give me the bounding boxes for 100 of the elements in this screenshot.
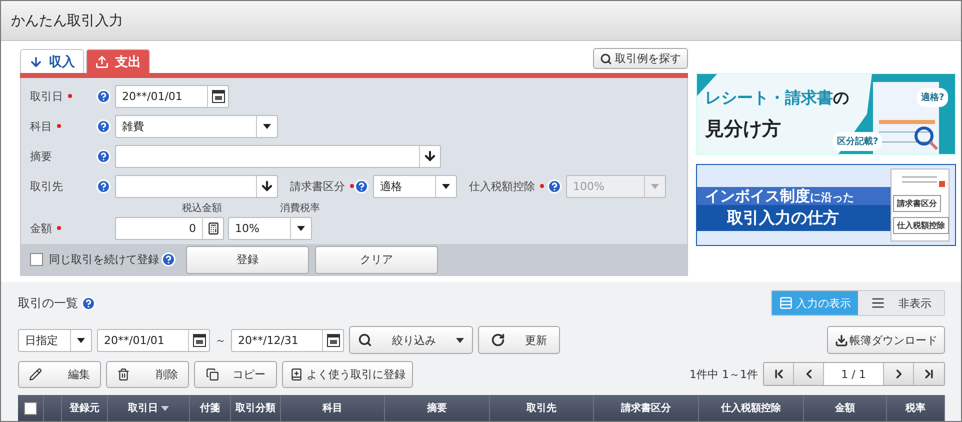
action-button[interactable]: よく使う取引に登録: [282, 360, 413, 388]
caret-icon: [297, 226, 305, 230]
lines-icon: [870, 296, 885, 310]
column-header[interactable]: 税率: [906, 401, 926, 415]
arrow-down-icon: [260, 179, 274, 193]
caret-icon: [77, 338, 85, 342]
field-label: 摘要: [30, 148, 52, 164]
column-header[interactable]: 仕入税額控除: [721, 401, 781, 415]
help-icon[interactable]: [354, 178, 369, 194]
upload-icon: [95, 54, 109, 68]
form-button[interactable]: 登録: [186, 246, 309, 274]
date-field[interactable]: 20**/01/01: [97, 328, 210, 352]
required-mark-icon: [540, 184, 544, 188]
next-page-button[interactable]: [884, 363, 914, 385]
required-mark-icon: [57, 226, 61, 230]
form-button[interactable]: クリア: [315, 246, 438, 274]
period-mode-select[interactable]: 日指定: [18, 328, 92, 352]
calendar-icon: [192, 333, 206, 347]
tab[interactable]: 支出: [86, 49, 150, 73]
book-plus-icon: [290, 368, 302, 380]
search-icon: [600, 52, 612, 64]
filter-button[interactable]: 絞り込み: [349, 326, 473, 354]
banner-tag: 仕入税額控除: [893, 217, 949, 234]
help-icon[interactable]: [96, 88, 111, 104]
range-separator: ～: [215, 332, 226, 348]
banner-tag: 区分記載?: [833, 132, 882, 151]
date-field[interactable]: 20**/01/01: [115, 84, 229, 108]
banner-text: インボイス制度に沿った: [705, 187, 854, 206]
caret-icon: [263, 124, 271, 128]
column-header[interactable]: 金額: [835, 401, 855, 415]
tax-rate-select[interactable]: 10%: [228, 216, 312, 240]
calendar-icon: [212, 89, 224, 103]
record-count: 1件中 1～1件: [690, 366, 758, 382]
help-icon[interactable]: [96, 148, 111, 164]
tab[interactable]: 収入: [20, 49, 84, 73]
column-header[interactable]: 取引日: [128, 401, 158, 415]
help-icon[interactable]: [96, 178, 111, 194]
required-mark-icon: [57, 124, 61, 128]
field-label: 請求書区分: [290, 178, 345, 194]
refresh-icon: [491, 333, 505, 347]
pencil-icon: [29, 368, 42, 380]
caret-icon: [651, 184, 659, 188]
search-examples-button[interactable]: 取引例を探す: [593, 48, 688, 69]
banner-tag: 適格?: [917, 88, 948, 107]
first-page-button[interactable]: [764, 363, 794, 385]
banner-text: 見分け方: [705, 117, 781, 142]
calculator-icon: [206, 222, 220, 234]
field-label: 科目: [30, 118, 52, 134]
amount-field[interactable]: 0: [115, 216, 224, 240]
column-header[interactable]: 取引分類: [236, 401, 276, 415]
field-label: 仕入税額控除: [469, 178, 535, 194]
calendar-icon: [326, 333, 340, 347]
partner-field[interactable]: [115, 174, 278, 198]
help-icon[interactable]: [96, 118, 111, 134]
column-header[interactable]: 取引先: [526, 401, 556, 415]
checkbox-label: 同じ取引を続けて登録: [49, 252, 159, 267]
page-indicator: 1 / 1: [824, 363, 884, 385]
last-page-button[interactable]: [914, 363, 944, 385]
copy-icon: [206, 368, 218, 380]
previous-page-button[interactable]: [794, 363, 824, 385]
field-label: 取引先: [30, 178, 63, 194]
trash-icon: [117, 368, 130, 380]
banner[interactable]: レシート・請求書の 見分け方 適格? 区分記載?: [696, 73, 956, 155]
action-button[interactable]: 編集: [18, 360, 101, 388]
field-label: 取引日: [30, 88, 63, 104]
sort-caret-icon: [161, 406, 169, 410]
banner-tag: 請求書区分: [893, 195, 941, 212]
required-mark-icon: [68, 94, 72, 98]
help-icon[interactable]: [547, 178, 562, 194]
column-header[interactable]: 科目: [322, 401, 342, 415]
section-title: 取引の一覧: [18, 294, 78, 312]
action-button[interactable]: コピー: [194, 360, 277, 388]
help-icon[interactable]: [81, 296, 96, 310]
required-mark-icon: [350, 184, 354, 188]
action-button[interactable]: 削除: [106, 360, 189, 388]
refresh-button[interactable]: 更新: [478, 326, 560, 354]
column-header[interactable]: 請求書区分: [621, 401, 671, 415]
column-header[interactable]: 付箋: [200, 401, 220, 415]
sub-label: 消費税率: [279, 202, 321, 215]
view-toggle-button[interactable]: 非表示: [858, 291, 944, 315]
search-icon: [358, 333, 372, 347]
download-button[interactable]: 帳簿ダウンロード: [827, 326, 945, 354]
sub-label: 税込金額: [181, 202, 223, 215]
column-header[interactable]: 摘要: [427, 401, 447, 415]
account-select[interactable]: 雑費: [115, 114, 278, 138]
checkbox[interactable]: [30, 253, 43, 266]
download-icon: [834, 334, 848, 346]
column-header[interactable]: 登録元: [70, 401, 100, 415]
field-label: 金額: [30, 220, 52, 236]
help-icon[interactable]: [161, 252, 176, 267]
rows-icon: [779, 296, 794, 310]
caret-icon: [442, 184, 450, 188]
invoice-type-select[interactable]: 適格: [373, 174, 457, 198]
banner[interactable]: インボイス制度に沿った 取引入力の仕方 請求書区分 仕入税額控除: [696, 164, 956, 246]
banner-text: 取引入力の仕方: [727, 208, 839, 229]
checkbox[interactable]: [24, 402, 37, 414]
memo-field[interactable]: [115, 144, 441, 168]
arrow-down-icon: [423, 149, 437, 163]
date-field[interactable]: 20**/12/31: [231, 328, 344, 352]
banner-text: レシート・請求書の: [705, 88, 849, 109]
